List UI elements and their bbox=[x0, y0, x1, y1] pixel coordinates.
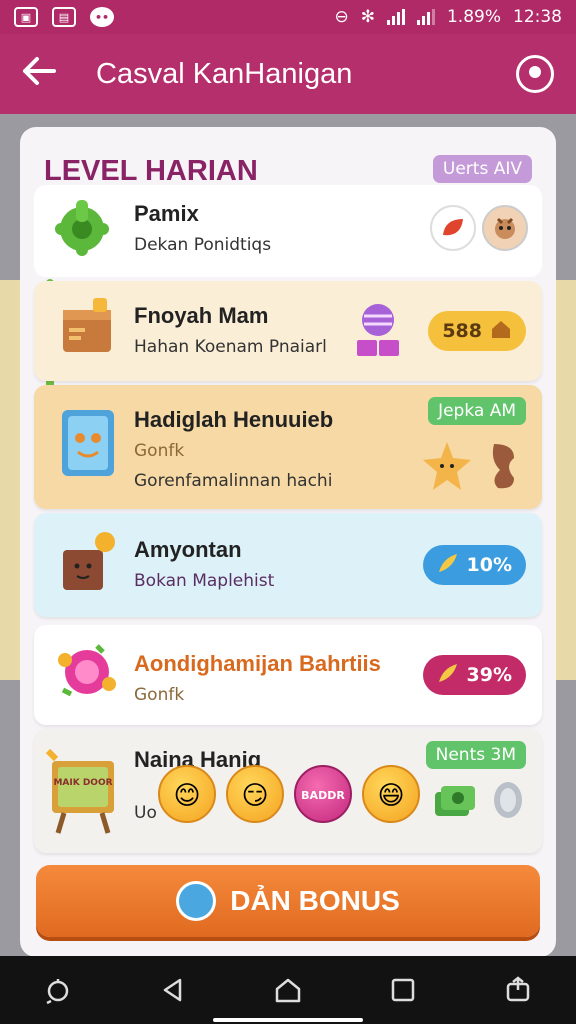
percent-value: 10% bbox=[466, 554, 512, 576]
row-title: Fnoyah Mam bbox=[134, 303, 269, 328]
row-subtitle: Hahan Koenam Pnaiarl bbox=[134, 337, 327, 357]
sheet-tag: Uerts AIV bbox=[432, 155, 532, 183]
sign-text: MAIK DOOR bbox=[53, 778, 112, 788]
home-indicator[interactable] bbox=[213, 1018, 363, 1022]
claim-bonus-label: DẢN BONUS bbox=[230, 885, 400, 916]
gallery-notification-icon: ▣ bbox=[14, 7, 38, 27]
back-nav-icon[interactable] bbox=[153, 970, 193, 1010]
sheet-title: LEVEL HARIAN bbox=[44, 155, 258, 187]
pink-candy-icon bbox=[52, 637, 122, 707]
page-title: Casval KanHanigan bbox=[96, 57, 353, 90]
list-item-hadiglah[interactable]: Hadiglah Henuuieb Gonfk Gorenfamalinnan … bbox=[34, 385, 542, 509]
battery-text: 1.89% bbox=[446, 7, 501, 27]
feather-icon bbox=[437, 662, 459, 689]
row-subtitle: Bokan Maplehist bbox=[134, 571, 275, 591]
share-nav-icon[interactable] bbox=[498, 970, 538, 1010]
crate-icon bbox=[56, 295, 122, 361]
character-avatar-icon bbox=[482, 205, 528, 251]
clock: 12:38 bbox=[513, 7, 562, 27]
chocolate-block-icon bbox=[56, 527, 120, 599]
feather-icon bbox=[437, 552, 459, 579]
card-icon bbox=[58, 405, 118, 481]
app-bar: Casval KanHanigan bbox=[0, 34, 576, 114]
status-bar: ▣ ▤ •• ⊖ ✻ 1.89% 12:38 bbox=[0, 0, 576, 34]
house-icon bbox=[490, 319, 512, 344]
list-item-fnoyah-mam[interactable]: Fnoyah Mam Hahan Koenam Pnaiarl 588 bbox=[34, 281, 542, 381]
time-tag: Nents 3M bbox=[425, 741, 526, 769]
silver-coin-icon bbox=[488, 775, 528, 825]
chat-bubble-icon bbox=[176, 881, 217, 921]
background-panel-right bbox=[556, 280, 576, 680]
system-nav-bar bbox=[0, 956, 576, 1024]
bluetooth-icon: ✻ bbox=[360, 7, 375, 27]
row-description: Gorenfamalinnan hachi bbox=[134, 471, 333, 491]
row-title: Hadiglah Henuuieb bbox=[134, 407, 334, 432]
signal-icon bbox=[386, 9, 405, 25]
cash-stack-icon bbox=[430, 775, 480, 825]
daily-level-sheet: LEVEL HARIAN Uerts AIV Pamix Dekan Ponid… bbox=[20, 127, 556, 957]
chat-notification-icon: •• bbox=[90, 7, 114, 27]
emoji-coin[interactable]: 😏 bbox=[226, 765, 284, 823]
row-title: Aondighamijan Bahrtiis bbox=[134, 651, 381, 676]
emoji-coin-pink[interactable]: BADDR bbox=[294, 765, 352, 823]
purple-gem-icon bbox=[350, 299, 406, 363]
emoji-coin[interactable]: 😄 bbox=[362, 765, 420, 823]
row-subtitle: Gonfk bbox=[134, 685, 185, 705]
list-item-naina-hanig[interactable]: MAIK DOOR Naina Hanig Uo Nents 3M 😊 😏 BA… bbox=[34, 729, 542, 853]
percent-value: 39% bbox=[466, 664, 512, 686]
percent-pill[interactable]: 10% bbox=[422, 545, 526, 585]
claim-bonus-button[interactable]: DẢN BONUS bbox=[36, 865, 540, 937]
brown-piece-icon bbox=[484, 439, 524, 493]
account-icon[interactable] bbox=[516, 55, 554, 93]
row-title: Amyontan bbox=[134, 537, 242, 562]
star-character-icon bbox=[420, 439, 474, 493]
background-panel-left bbox=[0, 280, 20, 680]
red-leaf-icon bbox=[430, 205, 476, 251]
row-subtitle: Dekan Ponidtiqs bbox=[134, 235, 272, 255]
list-item-aondighamijan[interactable]: Aondighamijan Bahrtiis Gonfk 39% bbox=[34, 625, 542, 725]
emoji-coin[interactable]: 😊 bbox=[158, 765, 216, 823]
list-item-pamix[interactable]: Pamix Dekan Ponidtiqs bbox=[34, 185, 542, 277]
time-tag: Jepka AM bbox=[428, 397, 526, 425]
row-subtitle: Gonfk bbox=[134, 441, 185, 461]
green-gear-icon bbox=[50, 195, 114, 259]
percent-pill[interactable]: 39% bbox=[422, 655, 526, 695]
home-nav-icon[interactable] bbox=[268, 970, 308, 1010]
points-pill[interactable]: 588 bbox=[428, 311, 526, 351]
nfc-icon: ⊖ bbox=[334, 7, 349, 27]
list-item-amyontan[interactable]: Amyontan Bokan Maplehist 10% bbox=[34, 513, 542, 617]
assistant-icon[interactable] bbox=[38, 970, 78, 1010]
points-value: 588 bbox=[442, 320, 482, 342]
sign-board-icon: MAIK DOOR bbox=[44, 747, 124, 835]
back-arrow-icon[interactable] bbox=[22, 56, 66, 92]
signal-2-icon bbox=[416, 9, 435, 25]
image-notification-icon: ▤ bbox=[52, 7, 76, 27]
recents-nav-icon[interactable] bbox=[383, 970, 423, 1010]
row-title: Pamix bbox=[134, 201, 199, 226]
